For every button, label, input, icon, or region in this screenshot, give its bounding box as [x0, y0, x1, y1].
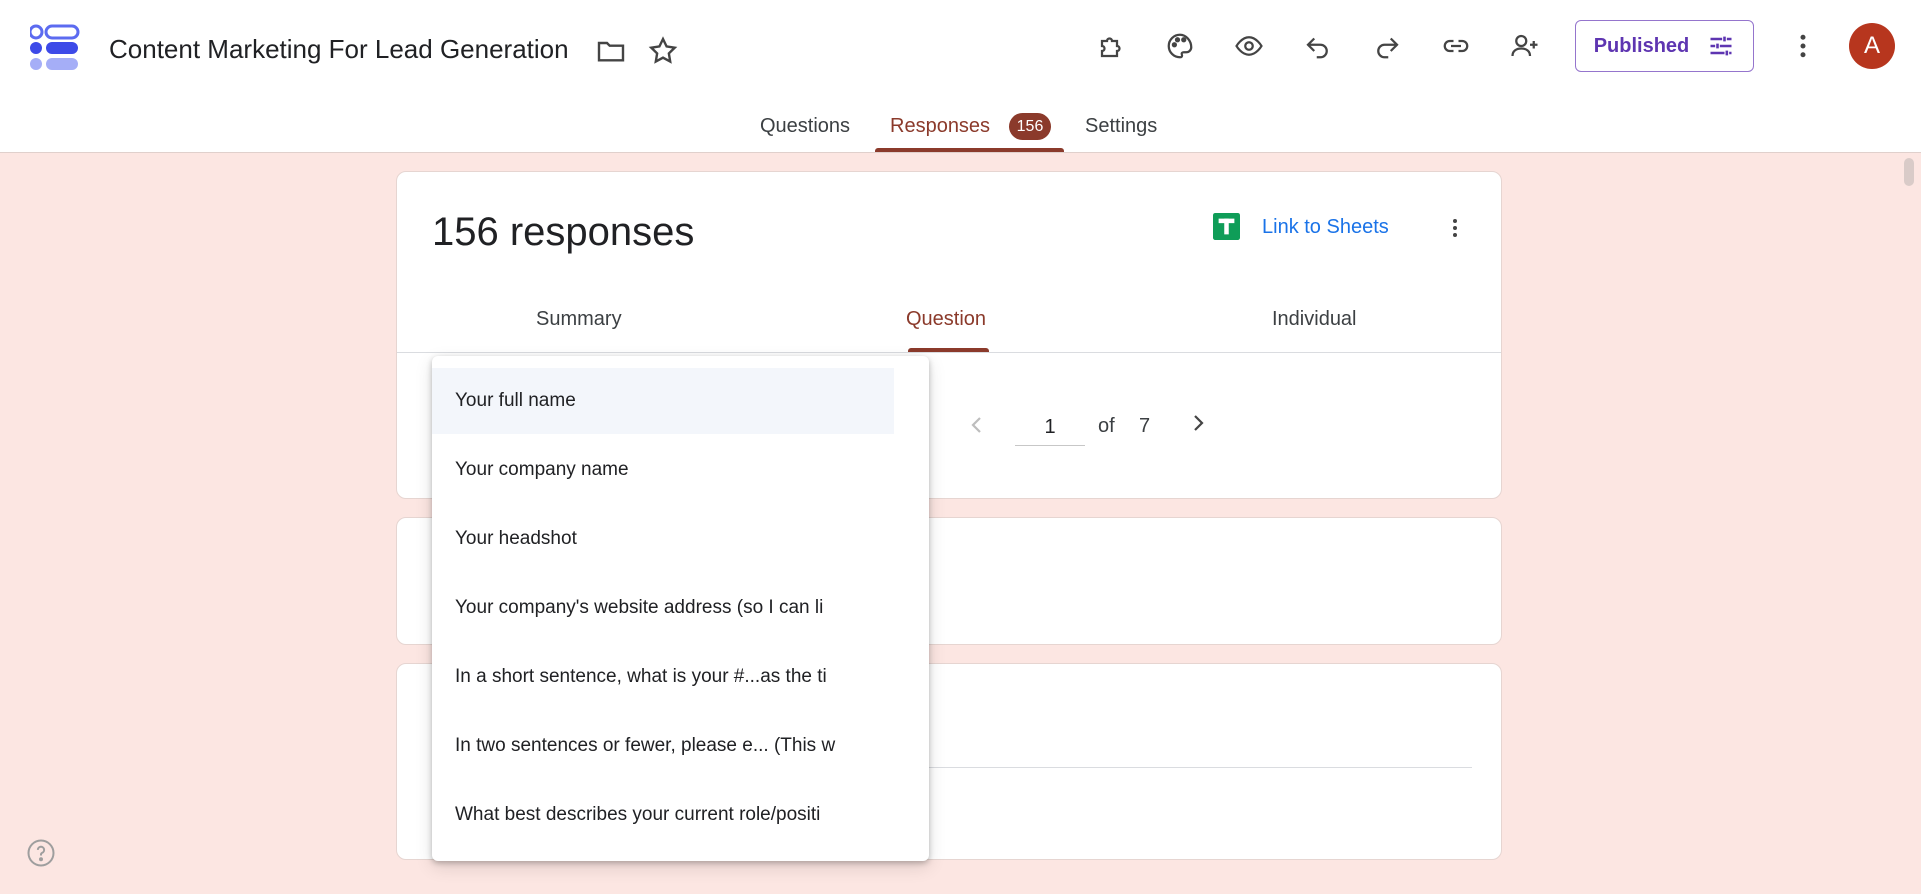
subtab-individual[interactable]: Individual	[1272, 308, 1357, 331]
published-button[interactable]: Published	[1575, 20, 1754, 72]
responses-count-title: 156 responses	[432, 210, 695, 254]
sheets-icon[interactable]	[1213, 213, 1240, 240]
previous-question-icon[interactable]	[962, 410, 992, 440]
pager-of-label: of	[1098, 415, 1115, 437]
dropdown-option[interactable]: Your company's website address (so I can…	[432, 575, 894, 641]
forms-logo-icon[interactable]	[30, 24, 80, 72]
question-select-dropdown[interactable]: Your full name Your company name Your he…	[432, 356, 929, 861]
dropdown-option[interactable]: What best describes your current role/po…	[432, 782, 894, 848]
help-icon[interactable]	[26, 838, 56, 868]
preview-eye-icon[interactable]	[1229, 26, 1269, 66]
divider	[927, 767, 1472, 768]
tab-responses[interactable]: Responses	[890, 115, 990, 138]
responses-count-badge: 156	[1009, 113, 1051, 140]
link-icon[interactable]	[1436, 26, 1476, 66]
form-title[interactable]: Content Marketing For Lead Generation	[109, 34, 569, 65]
divider	[397, 352, 1501, 353]
redo-icon[interactable]	[1367, 26, 1407, 66]
link-to-sheets-button[interactable]: Link to Sheets	[1262, 216, 1389, 239]
palette-icon[interactable]	[1160, 26, 1200, 66]
app-header: Content Marketing For Lead Generation Pu…	[0, 0, 1921, 153]
scrollbar-thumb[interactable]	[1904, 158, 1914, 186]
tab-questions[interactable]: Questions	[760, 115, 850, 138]
question-page-input[interactable]	[1015, 410, 1085, 446]
tab-settings[interactable]: Settings	[1085, 115, 1157, 138]
responses-more-icon[interactable]	[1440, 212, 1470, 244]
tune-icon	[1710, 36, 1732, 56]
subtab-question[interactable]: Question	[906, 308, 986, 331]
next-question-icon[interactable]	[1183, 408, 1213, 438]
subtab-summary[interactable]: Summary	[536, 308, 622, 331]
dropdown-option[interactable]: Your company name	[432, 437, 894, 503]
active-tab-indicator	[875, 148, 1064, 152]
dropdown-option[interactable]: In a short sentence, what is your #...as…	[432, 644, 894, 710]
add-person-icon[interactable]	[1505, 26, 1545, 66]
dropdown-option[interactable]: Your full name	[432, 368, 894, 434]
more-vert-icon[interactable]	[1783, 26, 1823, 66]
dropdown-option[interactable]: Your headshot	[432, 506, 894, 572]
puzzle-icon[interactable]	[1092, 26, 1132, 66]
published-label: Published	[1593, 34, 1690, 57]
folder-icon[interactable]	[594, 34, 628, 68]
undo-icon[interactable]	[1298, 26, 1338, 66]
dropdown-option[interactable]: In two sentences or fewer, please e... (…	[432, 713, 894, 779]
pager-total: 7	[1139, 415, 1151, 437]
star-icon[interactable]	[646, 34, 680, 68]
avatar[interactable]: A	[1849, 23, 1895, 69]
